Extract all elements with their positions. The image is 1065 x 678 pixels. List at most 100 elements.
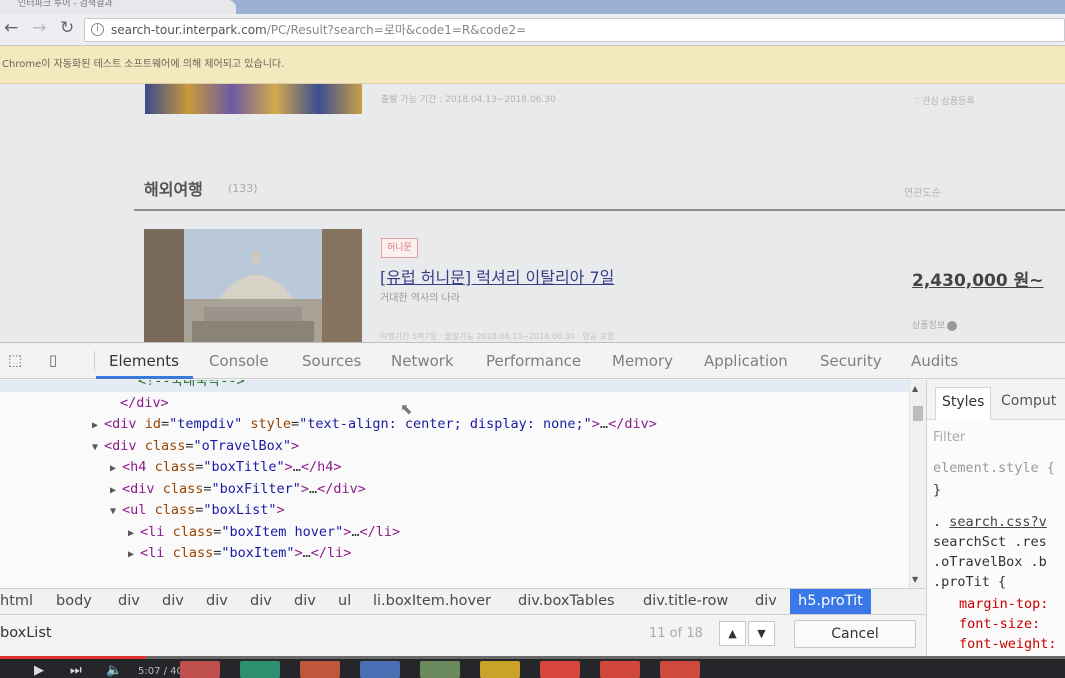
scroll-thumb[interactable] bbox=[913, 406, 923, 421]
style-prop-font-size[interactable]: font-size: bbox=[959, 616, 1065, 632]
breadcrumb-item[interactable]: div bbox=[755, 593, 777, 609]
tab-computed[interactable]: Comput bbox=[1001, 393, 1056, 409]
dom-node-line[interactable]: ▶ <li class="boxItem hover">…</li> bbox=[0, 521, 910, 543]
top-item-thumbnail[interactable] bbox=[145, 84, 362, 114]
collapse-triangle-icon[interactable]: ▶ bbox=[110, 463, 122, 474]
breadcrumb-item[interactable]: div bbox=[162, 593, 184, 609]
browser-toolbar: ← → ↻ i search-tour.interpark.com/PC/Res… bbox=[0, 14, 1065, 46]
devtools-panel: ⬚ ▯ Elements Console Sources Network Per… bbox=[0, 342, 1065, 657]
arrow-right-icon[interactable]: → bbox=[32, 18, 46, 38]
tour-photo[interactable] bbox=[144, 229, 362, 342]
chevron-up-icon[interactable]: ▲ bbox=[719, 621, 746, 646]
arrow-left-icon[interactable]: ← bbox=[4, 18, 18, 38]
mouse-cursor-icon: ⬉ bbox=[400, 400, 413, 418]
collapse-triangle-icon[interactable]: ▶ bbox=[92, 420, 104, 431]
cancel-button[interactable]: Cancel bbox=[794, 620, 916, 648]
scroll-down-icon[interactable]: ▼ bbox=[912, 575, 918, 584]
tab-styles[interactable]: Styles bbox=[935, 387, 992, 420]
breadcrumb-item[interactable]: div bbox=[206, 593, 228, 609]
volume-icon[interactable]: 🔈 bbox=[106, 664, 122, 677]
tabbar-divider bbox=[94, 351, 95, 371]
tab-network[interactable]: Network bbox=[391, 352, 454, 370]
heart-icon: ♡ bbox=[914, 97, 923, 107]
tab-performance[interactable]: Performance bbox=[486, 352, 581, 370]
sort-option[interactable]: 연관도순 bbox=[904, 184, 941, 199]
tour-meta: 여행기간 5박7일 · 출발가능 2018.04.13~2018.06.30 ·… bbox=[380, 332, 615, 341]
info-icon[interactable]: i bbox=[91, 23, 104, 36]
style-prop-font-weight[interactable]: font-weight: bbox=[959, 636, 1065, 652]
dom-tree[interactable]: <!--국내숙박--> </div> ▶ <div id="tempdiv" sty… bbox=[0, 380, 925, 588]
scroll-up-icon[interactable]: ▲ bbox=[912, 384, 918, 393]
styles-filter-input[interactable]: Filter bbox=[933, 430, 965, 445]
tab-security[interactable]: Security bbox=[820, 352, 882, 370]
tab-console[interactable]: Console bbox=[209, 352, 269, 370]
tab-audits[interactable]: Audits bbox=[911, 352, 958, 370]
breadcrumb-item[interactable]: li.boxItem.hover bbox=[373, 593, 491, 609]
dom-node-line[interactable]: ▶ <li class="boxItem">…</li> bbox=[0, 542, 910, 564]
info-circle-icon bbox=[947, 320, 958, 331]
collapse-triangle-icon[interactable]: ▶ bbox=[110, 485, 122, 496]
dom-node-line[interactable]: ▼ <div class="oTravelBox"> bbox=[0, 435, 910, 457]
rule-selector-2: .oTravelBox .b bbox=[933, 554, 1047, 570]
dom-search-input[interactable]: boxList bbox=[0, 625, 52, 641]
taskbar-app-icon[interactable] bbox=[540, 661, 580, 678]
section-title: 해외여행 bbox=[144, 180, 203, 199]
tab-memory[interactable]: Memory bbox=[612, 352, 673, 370]
wishlist-label: 관심 상품등록 bbox=[922, 97, 975, 107]
taskbar-app-icon[interactable] bbox=[480, 661, 520, 678]
address-bar[interactable]: i search-tour.interpark.com/PC/Result?se… bbox=[84, 18, 1065, 42]
devtools-tabbar: ⬚ ▯ Elements Console Sources Network Per… bbox=[0, 343, 1065, 379]
taskbar-app-icon[interactable] bbox=[360, 661, 400, 678]
rule-source-link[interactable]: search.css?v bbox=[949, 514, 1047, 530]
tab-title: 인터파크 투어 - 검색결과 bbox=[18, 0, 113, 9]
play-icon[interactable]: ▶ bbox=[34, 664, 44, 677]
taskbar-app-icon[interactable] bbox=[240, 661, 280, 678]
breadcrumb-item[interactable]: div.title-row bbox=[643, 593, 728, 609]
collapse-triangle-icon[interactable]: ▶ bbox=[128, 528, 140, 539]
dom-scrollbar[interactable]: ▲ ▼ bbox=[909, 380, 925, 588]
active-tab-indicator bbox=[96, 376, 193, 379]
dom-node-line[interactable]: ▼ <ul class="boxList"> bbox=[0, 499, 910, 521]
breadcrumb-item[interactable]: ul bbox=[338, 593, 351, 609]
breadcrumb-item[interactable]: body bbox=[56, 593, 92, 609]
chevron-down-icon[interactable]: ▼ bbox=[748, 621, 775, 646]
progress-track[interactable] bbox=[0, 656, 1065, 659]
taskbar-app-icon[interactable] bbox=[300, 661, 340, 678]
reload-icon[interactable]: ↻ bbox=[60, 18, 74, 38]
section-divider bbox=[134, 209, 1065, 211]
taskbar-app-icon[interactable] bbox=[600, 661, 640, 678]
expand-triangle-icon[interactable]: ▼ bbox=[110, 506, 122, 517]
expand-triangle-icon[interactable]: ▼ bbox=[92, 442, 104, 453]
dom-node-line[interactable]: ▶ <div class="boxFilter">…</div> bbox=[0, 478, 910, 500]
tab-application[interactable]: Application bbox=[704, 352, 788, 370]
progress-fill bbox=[0, 656, 146, 659]
breadcrumb-item[interactable]: html bbox=[0, 593, 33, 609]
breadcrumb-item[interactable]: div bbox=[250, 593, 272, 609]
dom-node-line[interactable]: </div> bbox=[0, 392, 910, 414]
browser-tab[interactable]: 인터파크 투어 - 검색결과 bbox=[0, 0, 236, 14]
breadcrumb-item[interactable]: h5.proTit bbox=[790, 589, 871, 614]
next-icon[interactable]: ⏭ bbox=[70, 664, 82, 677]
dom-node-line[interactable]: ▶ <div id="tempdiv" style="text-align: c… bbox=[0, 413, 910, 435]
style-prop-margin-top[interactable]: margin-top: bbox=[959, 596, 1065, 612]
top-item-wishlist[interactable]: ♡관심 상품등록 bbox=[914, 94, 975, 107]
inspect-element-icon[interactable]: ⬚ bbox=[6, 351, 24, 369]
collapse-triangle-icon[interactable]: ▶ bbox=[128, 549, 140, 560]
breadcrumb-item[interactable]: div bbox=[118, 593, 140, 609]
tab-sources[interactable]: Sources bbox=[302, 352, 361, 370]
tour-price[interactable]: 2,430,000 원~ bbox=[912, 266, 1044, 291]
infobar-text: Chrome이 자동화된 테스트 소프트웨어에 의해 제어되고 있습니다. bbox=[2, 59, 285, 70]
device-toolbar-icon[interactable]: ▯ bbox=[44, 351, 62, 369]
breadcrumb-item[interactable]: div bbox=[294, 593, 316, 609]
dom-node-line[interactable]: ▶ <h4 class="boxTitle">…</h4> bbox=[0, 456, 910, 478]
taskbar-app-icon[interactable] bbox=[420, 661, 460, 678]
taskbar-app-icon[interactable] bbox=[660, 661, 700, 678]
url-path: /PC/Result?search=로마&code1=R&code2= bbox=[266, 23, 527, 37]
breadcrumb-item[interactable]: div.boxTables bbox=[518, 593, 615, 609]
dom-node-line[interactable]: <!--국내숙박--> bbox=[0, 380, 910, 392]
tab-elements[interactable]: Elements bbox=[109, 352, 179, 370]
tour-info[interactable]: 상품정보 bbox=[912, 318, 958, 331]
tour-title-link[interactable]: [유럽 허니문] 럭셔리 이탈리아 7일 bbox=[380, 264, 614, 288]
web-page: 출발 가능 기간 : 2018.04.13~2018.06.30 ♡관심 상품등… bbox=[0, 84, 1065, 342]
taskbar-app-icon[interactable] bbox=[180, 661, 220, 678]
